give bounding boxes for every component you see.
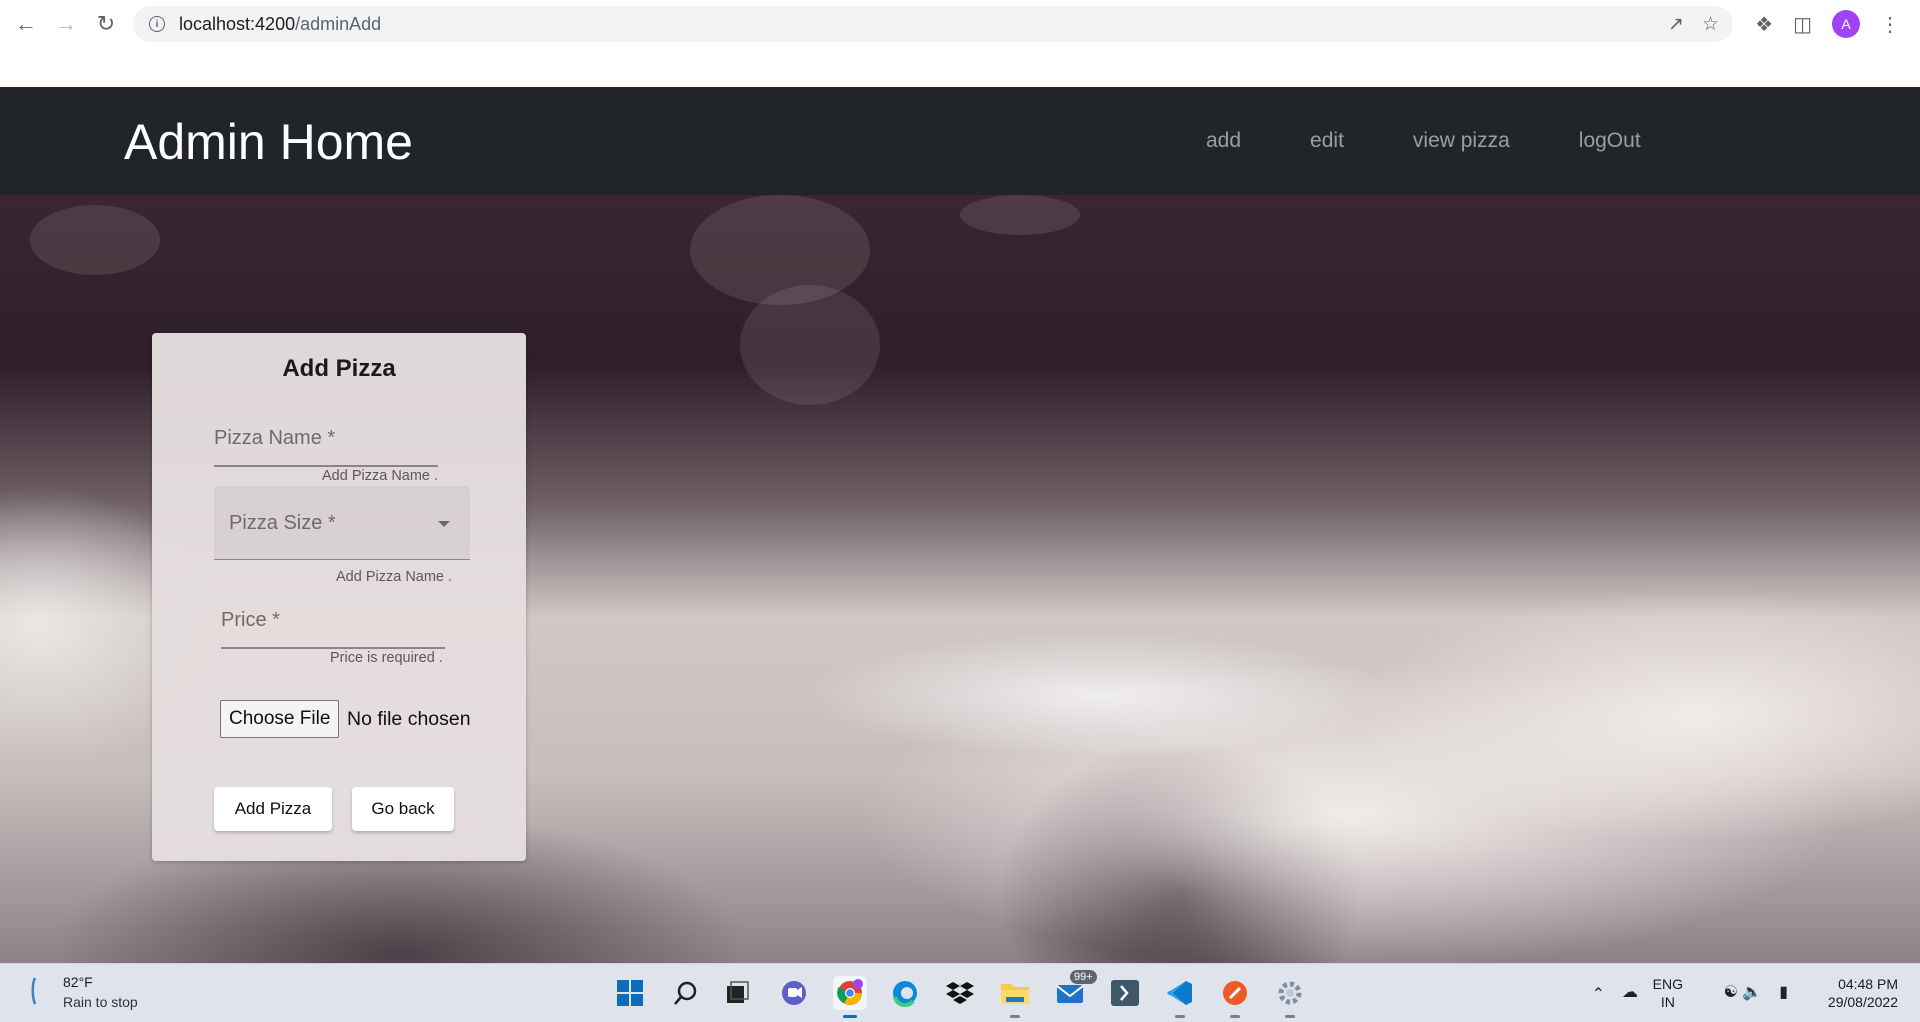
chevron-up-icon[interactable]: ⌃ [1592, 984, 1605, 1004]
clock-date: 29/08/2022 [1827, 994, 1898, 1010]
go-back-button[interactable]: Go back [352, 787, 454, 831]
clock-time: 04:48 PM [1838, 976, 1898, 992]
choose-file-button[interactable]: Choose File [220, 700, 340, 738]
dropdown-caret-icon [438, 521, 450, 527]
page-title: Admin Home [124, 114, 413, 170]
browser-menu-icon[interactable]: ⋮ [1880, 12, 1900, 37]
wifi-icon[interactable]: ☯ [1724, 982, 1738, 1002]
forward-arrow-icon[interactable]: → [52, 10, 80, 38]
windows-start-icon[interactable] [613, 976, 647, 1010]
file-explorer-icon[interactable] [998, 976, 1032, 1018]
share-icon[interactable]: ↗ [1668, 13, 1684, 36]
nav-edit-link[interactable]: edit [1310, 129, 1344, 153]
settings-gear-icon[interactable] [1273, 976, 1307, 1018]
umbrella-weather-icon[interactable] [30, 976, 40, 1006]
extensions-puzzle-icon[interactable]: ❖ [1755, 12, 1773, 37]
chrome-app-icon[interactable] [833, 976, 867, 1018]
battery-icon[interactable]: ▮ [1779, 982, 1788, 1002]
vscode-icon[interactable] [1163, 976, 1197, 1018]
url-text[interactable]: localhost:4200/adminAdd [179, 14, 381, 35]
teams-chat-icon[interactable] [777, 976, 811, 1010]
pizza-size-select[interactable]: Pizza Size * [214, 486, 470, 560]
pizza-name-underline [214, 465, 438, 467]
pizza-name-field[interactable]: Pizza Name * [214, 427, 438, 467]
postman-icon[interactable] [1218, 976, 1252, 1018]
mail-badge: 99+ [1070, 970, 1097, 984]
language-code: ENG [1652, 976, 1683, 992]
smoke-blur [960, 195, 1080, 235]
app-header: Admin Home add edit view pizza logOut [0, 87, 1920, 195]
main-nav: add edit view pizza logOut [1206, 129, 1710, 153]
active-app-indicator [843, 1015, 857, 1018]
running-app-indicator [1175, 1015, 1185, 1018]
onedrive-cloud-icon[interactable]: ☁ [1622, 982, 1638, 1002]
price-hint: Price is required . [330, 650, 443, 666]
reload-icon[interactable]: ↻ [92, 10, 120, 38]
omnibox-actions: ↗ ☆ [1668, 13, 1719, 36]
price-field[interactable]: Price * [221, 609, 445, 649]
dropbox-icon[interactable] [943, 976, 977, 1010]
task-view-icon[interactable] [720, 976, 754, 1010]
price-placeholder: Price * [221, 609, 280, 631]
language-indicator[interactable]: ENG IN [1653, 975, 1683, 1011]
weather-description[interactable]: Rain to stop [63, 994, 138, 1010]
system-clock[interactable]: 04:48 PM 29/08/2022 [1828, 975, 1898, 1011]
price-underline [221, 647, 445, 649]
browser-toolbar: ← → ↻ i localhost:4200/adminAdd ↗ ☆ ❖ ◫ … [0, 0, 1920, 86]
running-app-indicator [1285, 1015, 1295, 1018]
volume-icon[interactable]: 🔈 [1742, 982, 1762, 1002]
nav-view-pizza-link[interactable]: view pizza [1413, 129, 1510, 153]
running-app-indicator [1230, 1015, 1240, 1018]
side-panel-icon[interactable]: ◫ [1793, 12, 1812, 37]
url-host: localhost:4200 [179, 13, 296, 34]
weather-temperature[interactable]: 82°F [63, 974, 93, 990]
smoke-blur [690, 195, 870, 305]
mail-icon[interactable]: 99+ [1054, 970, 1097, 1010]
site-info-icon[interactable]: i [149, 16, 165, 32]
pizza-size-placeholder: Pizza Size * [229, 512, 336, 534]
file-status-text: No file chosen [347, 708, 471, 730]
form-title: Add Pizza [282, 355, 396, 382]
pizza-size-hint: Add Pizza Name . [336, 569, 453, 585]
nav-add-link[interactable]: add [1206, 129, 1241, 153]
pizza-name-hint: Add Pizza Name . [322, 468, 439, 484]
url-path: /adminAdd [295, 13, 382, 34]
powershell-icon[interactable] [1108, 976, 1142, 1010]
search-icon[interactable] [669, 976, 703, 1010]
nav-logout-link[interactable]: logOut [1579, 129, 1641, 153]
back-arrow-icon[interactable]: ← [12, 10, 40, 38]
bookmark-star-icon[interactable]: ☆ [1702, 13, 1719, 36]
add-pizza-form: Add Pizza Pizza Name * Add Pizza Name . … [152, 333, 526, 861]
edge-browser-icon[interactable] [888, 976, 922, 1010]
add-pizza-button[interactable]: Add Pizza [214, 787, 332, 831]
browser-extension-area: ❖ ◫ A ⋮ [1755, 10, 1900, 38]
profile-avatar[interactable]: A [1832, 10, 1860, 38]
pizza-name-placeholder: Pizza Name * [214, 427, 336, 449]
smoke-blur [30, 205, 160, 275]
address-bar[interactable]: i localhost:4200/adminAdd ↗ ☆ [133, 6, 1733, 42]
region-code: IN [1660, 994, 1675, 1010]
windows-taskbar: 82°F Rain to stop 99+ ⌃ ☁ ENG IN ☯ 🔈 ▮ 0… [0, 963, 1920, 1022]
smoke-blur [740, 285, 880, 405]
running-app-indicator [1010, 1015, 1020, 1018]
